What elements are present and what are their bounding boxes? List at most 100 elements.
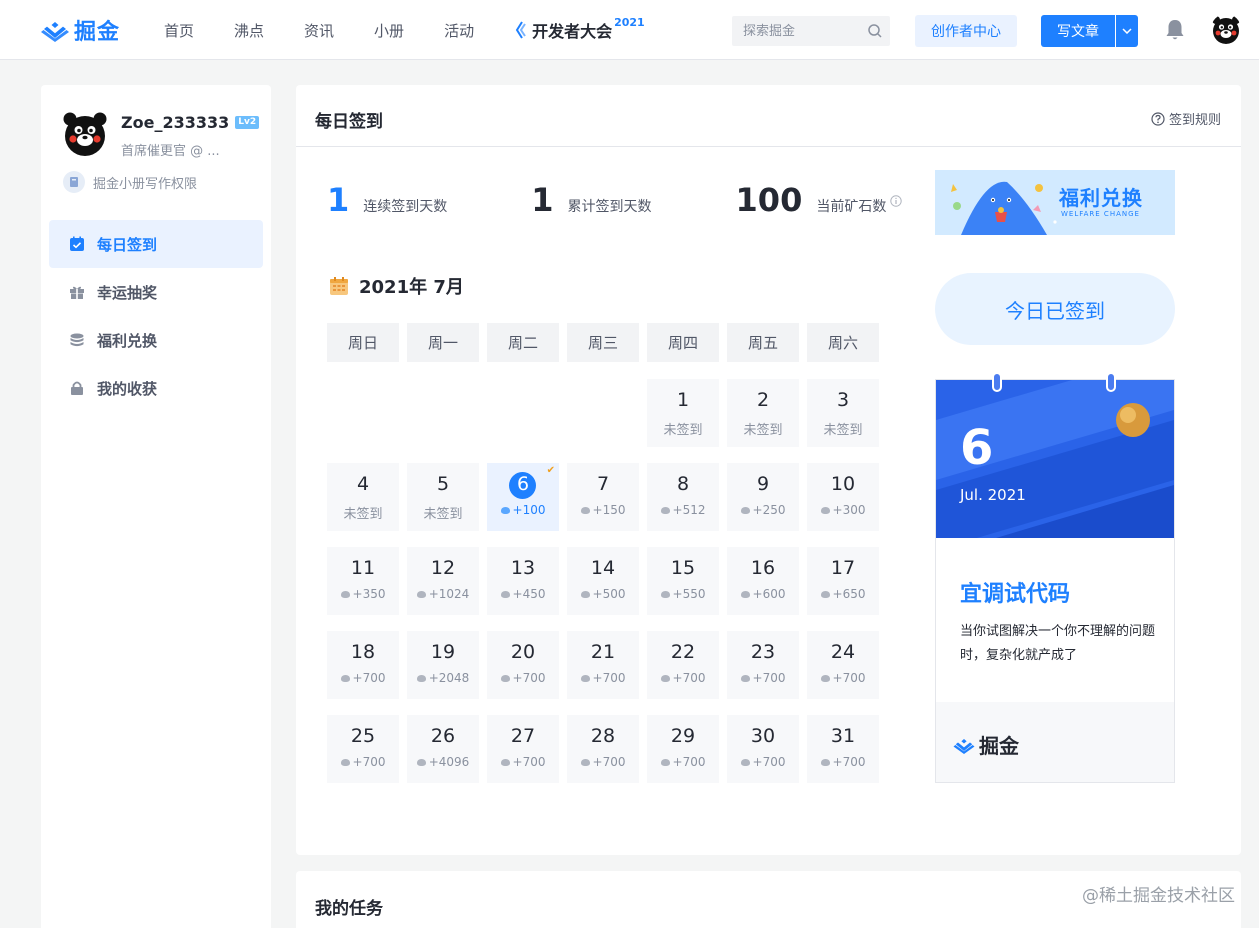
calendar-day[interactable]: 28 +700: [567, 715, 639, 783]
calendar-day[interactable]: 3 未签到: [807, 379, 879, 447]
creator-center-button[interactable]: 创作者中心: [915, 15, 1017, 47]
calendar-day[interactable]: 21 +700: [567, 631, 639, 699]
checkin-rules-link[interactable]: 签到规则: [1151, 109, 1221, 128]
user-avatar[interactable]: [1211, 14, 1241, 44]
sidebar-item-welfare-exchange[interactable]: 福利兑换: [49, 316, 263, 364]
sidebar-item-lucky-draw[interactable]: 幸运抽奖: [49, 268, 263, 316]
nav-books[interactable]: 小册: [374, 20, 404, 41]
sidebar-menu: 每日签到 幸运抽奖 福利兑换 我的收获: [49, 220, 263, 412]
search-box[interactable]: [732, 16, 890, 46]
calendar-day[interactable]: 7 +150: [567, 463, 639, 531]
calendar-day[interactable]: 23 +700: [727, 631, 799, 699]
stat-value: 1: [531, 181, 554, 219]
calendar-day[interactable]: 18 +700: [327, 631, 399, 699]
juejin-logo-icon: [953, 738, 975, 754]
kumamon-avatar-icon: [1211, 14, 1241, 44]
calendar-day[interactable]: 12 +1024: [407, 547, 479, 615]
calendar-day[interactable]: 2 未签到: [727, 379, 799, 447]
day-number: 16: [750, 557, 776, 579]
nav-dev-conference[interactable]: 开发者大会 2021: [514, 16, 645, 42]
day-number: 1: [676, 389, 690, 411]
calendar-day[interactable]: 8 +512: [647, 463, 719, 531]
nav-home[interactable]: 首页: [164, 20, 194, 41]
card-month: Jul. 2021: [960, 486, 1026, 504]
calendar-day[interactable]: 26 +4096: [407, 715, 479, 783]
chevron-down-icon: [1122, 28, 1132, 34]
notification-bell-icon[interactable]: [1164, 18, 1186, 42]
calendar-day[interactable]: 30 +700: [727, 715, 799, 783]
day-reward: +300: [807, 503, 879, 517]
juejin-logo[interactable]: 掘金: [40, 15, 120, 45]
month-label: 2021年 7月: [359, 277, 464, 298]
calendar-day[interactable]: 4 未签到: [327, 463, 399, 531]
calendar-day[interactable]: 27 +700: [487, 715, 559, 783]
day-number: 3: [836, 389, 850, 411]
calendar-day[interactable]: 5 未签到: [407, 463, 479, 531]
booklet-icon: [63, 171, 85, 193]
calendar-day[interactable]: 13 +450: [487, 547, 559, 615]
day-status-text: +1024: [428, 587, 470, 601]
day-reward: +700: [647, 671, 719, 685]
calendar-day[interactable]: 11 +350: [327, 547, 399, 615]
main-nav: 首页 沸点 资讯 小册 活动 开发者大会 2021: [164, 0, 645, 60]
ore-icon: [740, 759, 750, 766]
weekday-label: 周五: [727, 323, 799, 362]
ore-icon: [340, 675, 350, 682]
weekday-header: 周日 周一 周二 周三 周四 周五 周六: [327, 323, 887, 362]
write-article-button[interactable]: 写文章: [1041, 15, 1115, 47]
sidebar-item-daily-checkin[interactable]: 每日签到: [49, 220, 263, 268]
day-reward: +550: [647, 587, 719, 601]
calendar-day[interactable]: 17 +650: [807, 547, 879, 615]
search-input[interactable]: [733, 17, 853, 45]
banner-title: 福利兑换: [1059, 186, 1143, 210]
search-icon[interactable]: [867, 23, 883, 39]
calendar-day[interactable]: 14 +500: [567, 547, 639, 615]
sidebar-item-my-harvest[interactable]: 我的收获: [49, 364, 263, 412]
info-icon[interactable]: [890, 195, 903, 207]
day-number: 7: [596, 473, 610, 495]
calendar-day-today[interactable]: ✔ 6 +100: [487, 463, 559, 531]
ore-icon: [416, 591, 426, 598]
calendar-day[interactable]: 31 +700: [807, 715, 879, 783]
card-fortune-quote: 当你试图解决一个你不理解的问题时，复杂化就产成了: [960, 624, 1156, 663]
calendar-day[interactable]: 25 +700: [327, 715, 399, 783]
ore-icon: [580, 759, 590, 766]
calendar-day[interactable]: 22 +700: [647, 631, 719, 699]
user-profile[interactable]: Zoe_233333 Lv2 首席催更官 @ ...: [63, 107, 263, 163]
day-number: 11: [350, 557, 376, 579]
day-number: 28: [590, 725, 616, 747]
day-reward: +700: [727, 755, 799, 769]
write-dropdown-button[interactable]: [1116, 15, 1138, 47]
checked-in-today-button[interactable]: 今日已签到: [935, 273, 1175, 345]
calendar-day[interactable]: 24 +700: [807, 631, 879, 699]
username: Zoe_233333 Lv2: [121, 113, 260, 132]
daily-fortune-card: 6 Jul. 2021 宜调试代码 当你试图解决一个你不理解的问题时，复杂化就产…: [935, 372, 1175, 783]
calendar-day[interactable]: 10 +300: [807, 463, 879, 531]
day-status-text: +700: [752, 755, 786, 769]
day-status-text: +700: [592, 671, 626, 685]
ore-icon: [340, 591, 350, 598]
day-reward: +512: [647, 503, 719, 517]
day-status-text: +700: [672, 671, 706, 685]
calendar-day[interactable]: 16 +600: [727, 547, 799, 615]
calendar-day[interactable]: 15 +550: [647, 547, 719, 615]
question-circle-icon: [1151, 111, 1165, 126]
weekday-label: 周日: [327, 323, 399, 362]
ore-icon: [500, 591, 510, 598]
day-status-text: +250: [752, 503, 786, 517]
stat-continuous-days: 1 连续签到天数: [327, 177, 447, 221]
welfare-exchange-banner[interactable]: 福利兑换 WELFARE CHANGE: [935, 170, 1175, 235]
calendar-day[interactable]: 20 +700: [487, 631, 559, 699]
nav-events[interactable]: 活动: [444, 20, 474, 41]
day-status: 未签到: [407, 503, 479, 522]
day-status: 未签到: [327, 503, 399, 522]
day-number: 8: [676, 473, 690, 495]
calendar-day[interactable]: 29 +700: [647, 715, 719, 783]
nav-news[interactable]: 资讯: [304, 20, 334, 41]
day-status-text: 未签到: [423, 507, 463, 522]
calendar-day[interactable]: 19 +2048: [407, 631, 479, 699]
nav-pins[interactable]: 沸点: [234, 20, 264, 41]
calendar-day[interactable]: 1 未签到: [647, 379, 719, 447]
booklet-permission[interactable]: 掘金小册写作权限: [63, 171, 197, 193]
calendar-day[interactable]: 9 +250: [727, 463, 799, 531]
